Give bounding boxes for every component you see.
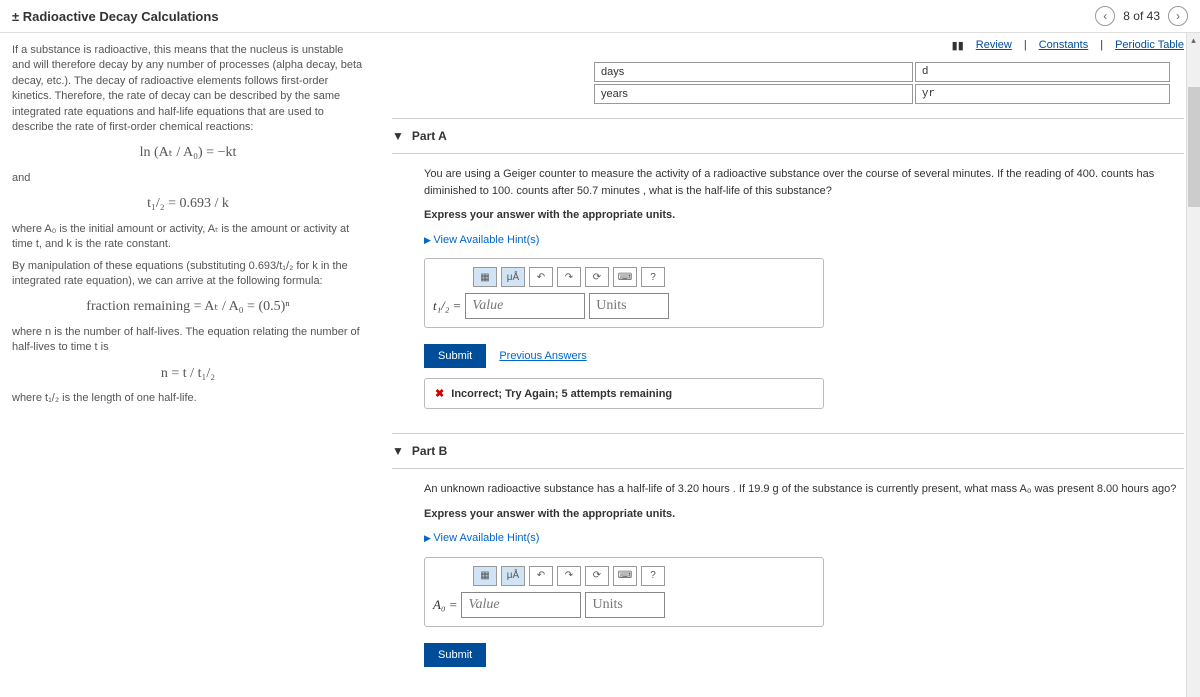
vertical-scrollbar[interactable]: ▴ xyxy=(1186,33,1200,697)
equation-2: t₁/₂ = 0.693 / k xyxy=(12,194,364,214)
and-text: and xyxy=(12,171,364,186)
unit-abbr: d xyxy=(915,62,1170,82)
part-b-question: An unknown radioactive substance has a h… xyxy=(424,481,1184,498)
constants-link[interactable]: Constants xyxy=(1039,39,1089,52)
next-page-button[interactable]: › xyxy=(1168,6,1188,26)
symbol-icon[interactable]: μÅ xyxy=(501,566,525,586)
collapse-icon[interactable]: ▼ xyxy=(392,444,404,458)
part-b-answer-box: ▦ μÅ ↶ ↷ ⟳ ⌨ ? A₀ = xyxy=(424,557,824,627)
where-text-3: where t₁/₂ is the length of one half-lif… xyxy=(12,391,364,406)
collapse-icon[interactable]: ▼ xyxy=(392,129,404,143)
equation-1: ln (Aₜ / A₀) = −kt xyxy=(12,143,364,163)
part-a-variable: t₁/₂ = xyxy=(433,298,461,314)
template-icon[interactable]: ▦ xyxy=(473,267,497,287)
redo-icon[interactable]: ↷ xyxy=(557,566,581,586)
review-link[interactable]: Review xyxy=(976,39,1012,52)
part-a-label: Part A xyxy=(412,129,447,143)
part-a-feedback: ✖ Incorrect; Try Again; 5 attempts remai… xyxy=(424,378,824,409)
units-table: days d years yr xyxy=(592,60,1172,106)
incorrect-icon: ✖ xyxy=(435,388,444,400)
part-b-submit-button[interactable]: Submit xyxy=(424,643,486,667)
part-a-instruction: Express your answer with the appropriate… xyxy=(424,207,1184,224)
part-b-hints-toggle[interactable]: View Available Hint(s) xyxy=(424,530,1184,547)
keyboard-icon[interactable]: ⌨ xyxy=(613,267,637,287)
table-row: years yr xyxy=(594,84,1170,104)
unit-name: days xyxy=(594,62,913,82)
template-icon[interactable]: ▦ xyxy=(473,566,497,586)
part-b-units-input[interactable] xyxy=(585,592,665,618)
scroll-up-icon[interactable]: ▴ xyxy=(1187,33,1200,47)
where-text-1: where A₀ is the initial amount or activi… xyxy=(12,222,364,253)
part-b-variable: A₀ = xyxy=(433,597,457,613)
equation-3: fraction remaining = Aₜ / A₀ = (0.5)ⁿ xyxy=(12,297,364,317)
part-a-previous-answers-link[interactable]: Previous Answers xyxy=(499,350,586,362)
page-indicator: 8 of 43 xyxy=(1123,9,1160,23)
undo-icon[interactable]: ↶ xyxy=(529,267,553,287)
page-title: ± Radioactive Decay Calculations xyxy=(12,9,219,24)
intro-text: If a substance is radioactive, this mean… xyxy=(12,43,364,135)
help-icon[interactable]: ? xyxy=(641,566,665,586)
undo-icon[interactable]: ↶ xyxy=(529,566,553,586)
part-a-units-input[interactable] xyxy=(589,293,669,319)
where-text-2: where n is the number of half-lives. The… xyxy=(12,325,364,356)
review-icon: ▮▮ xyxy=(952,39,964,52)
table-row: days d xyxy=(594,62,1170,82)
part-b-value-input[interactable] xyxy=(461,592,581,618)
part-a-value-input[interactable] xyxy=(465,293,585,319)
part-b-instruction: Express your answer with the appropriate… xyxy=(424,506,1184,523)
part-a-answer-box: ▦ μÅ ↶ ↷ ⟳ ⌨ ? t₁/₂ = xyxy=(424,258,824,328)
help-icon[interactable]: ? xyxy=(641,267,665,287)
reset-icon[interactable]: ⟳ xyxy=(585,566,609,586)
reset-icon[interactable]: ⟳ xyxy=(585,267,609,287)
manipulation-text: By manipulation of these equations (subs… xyxy=(12,259,364,290)
part-a-submit-button[interactable]: Submit xyxy=(424,344,486,368)
equation-4: n = t / t₁/₂ xyxy=(12,364,364,384)
keyboard-icon[interactable]: ⌨ xyxy=(613,566,637,586)
unit-name: years xyxy=(594,84,913,104)
unit-abbr: yr xyxy=(915,84,1170,104)
redo-icon[interactable]: ↷ xyxy=(557,267,581,287)
symbol-icon[interactable]: μÅ xyxy=(501,267,525,287)
periodic-table-link[interactable]: Periodic Table xyxy=(1115,39,1184,52)
prev-page-button[interactable]: ‹ xyxy=(1095,6,1115,26)
theory-panel: If a substance is radioactive, this mean… xyxy=(0,33,380,697)
part-b-label: Part B xyxy=(412,444,447,458)
part-a-question: You are using a Geiger counter to measur… xyxy=(424,166,1184,199)
part-a-hints-toggle[interactable]: View Available Hint(s) xyxy=(424,232,1184,249)
scroll-thumb[interactable] xyxy=(1188,87,1200,207)
